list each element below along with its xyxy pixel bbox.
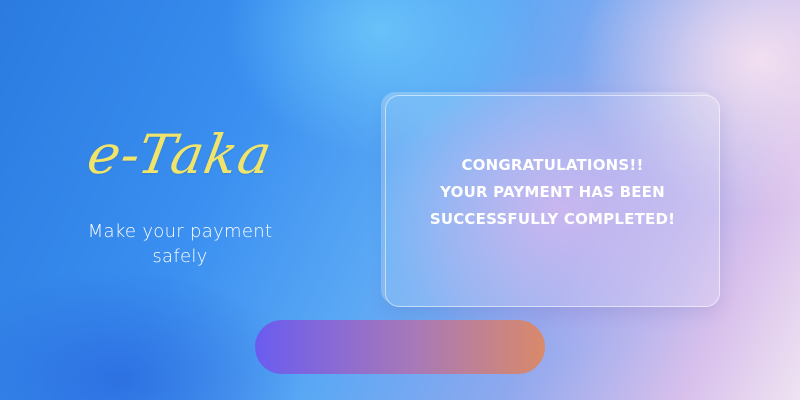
etaka-logo: e-Taka [82,123,278,186]
tagline: Make your payment safely [60,220,300,269]
message-line-3: SUCCESSFULLY COMPLETED! [429,210,676,228]
tagline-line-1: Make your payment [87,221,273,243]
confirmation-message: CONGRATULATIONS!! YOUR PAYMENT HAS BEEN … [386,152,719,233]
brand-panel: e-Taka Make your payment safely [60,123,300,269]
message-line-2: YOUR PAYMENT HAS BEEN [440,183,665,201]
confirmation-card: CONGRATULATIONS!! YOUR PAYMENT HAS BEEN … [385,95,720,307]
tagline-line-2: safely [152,245,208,267]
message-line-1: CONGRATULATIONS!! [461,156,644,174]
action-button[interactable] [255,320,545,374]
